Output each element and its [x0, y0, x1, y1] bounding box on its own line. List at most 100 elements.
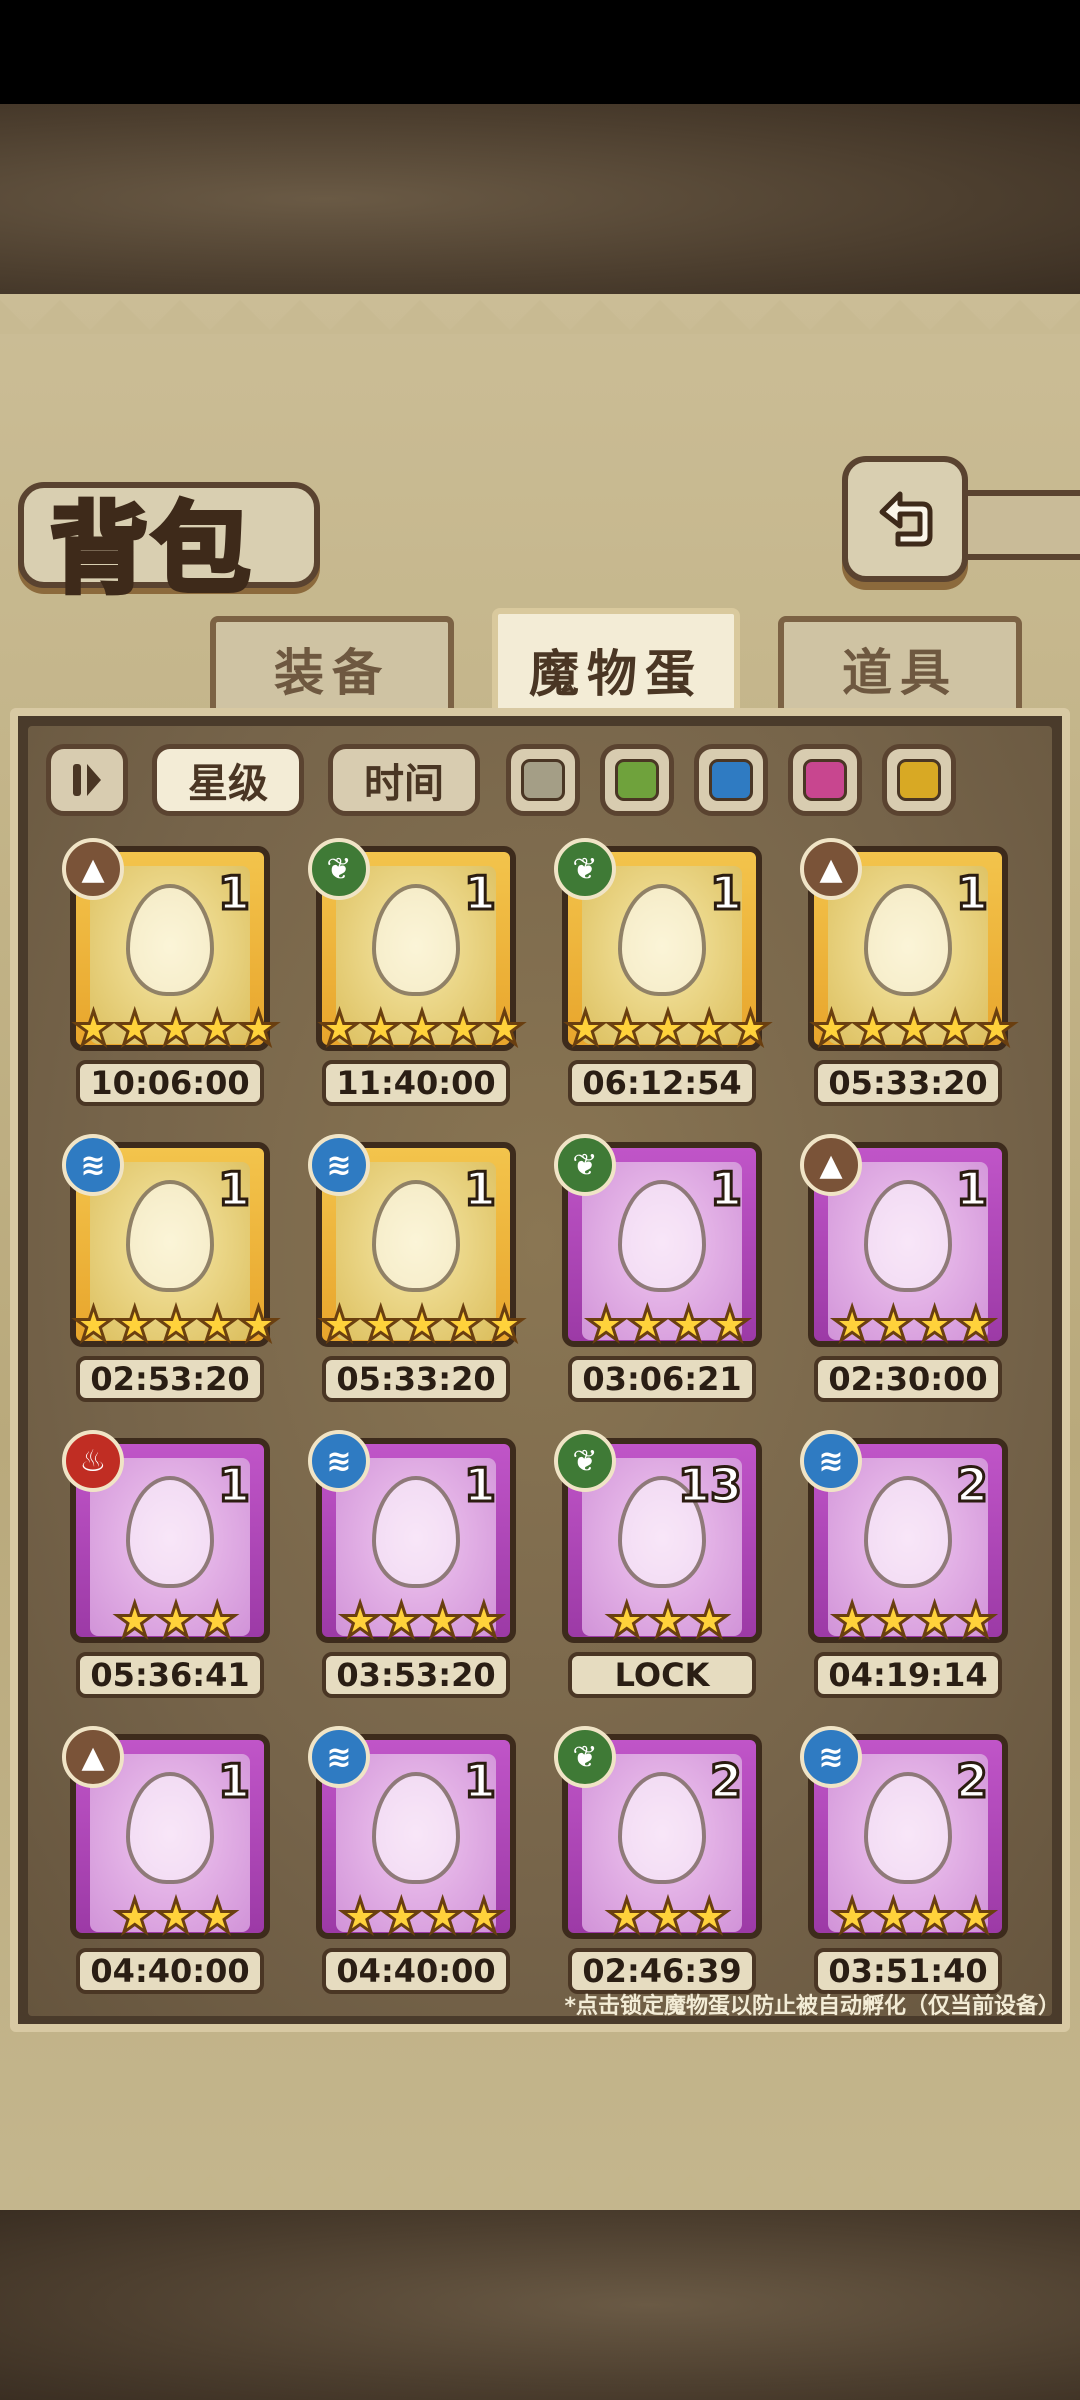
egg-shape	[372, 884, 460, 996]
star-rating: ★ ★ ★ ★	[822, 1593, 1006, 1648]
star-icon: ★	[154, 1889, 198, 1944]
hatch-timer: 05:36:41	[76, 1652, 264, 1698]
star-icon: ★	[482, 1001, 526, 1056]
swatch-yellow	[897, 759, 941, 801]
filter-yellow[interactable]	[882, 744, 956, 816]
star-icon: ★	[954, 1889, 998, 1944]
star-icon: ★	[605, 1593, 649, 1648]
egg-quantity: 1	[708, 1161, 743, 1218]
egg-card[interactable]: 1 ★ ★ ★ ★ ≋ 03:53:20	[308, 1430, 516, 1698]
page-title: 背包	[48, 490, 255, 610]
star-icon: ★	[584, 1297, 628, 1352]
egg-shape	[372, 1476, 460, 1588]
back-arrow-icon	[879, 491, 933, 547]
zigzag-edge-top	[0, 300, 1080, 334]
egg-shape	[864, 1476, 952, 1588]
filter-pink[interactable]	[788, 744, 862, 816]
tab-equipment[interactable]: 装备	[210, 616, 454, 716]
star-icon: ★	[954, 1593, 998, 1648]
egg-quantity: 13	[676, 1457, 743, 1514]
egg-quantity: 1	[462, 1161, 497, 1218]
water-element-icon: ≋	[308, 1134, 370, 1196]
star-icon: ★	[912, 1889, 956, 1944]
star-icon: ★	[954, 1297, 998, 1352]
leaf-element-icon: ❦	[554, 1134, 616, 1196]
star-icon: ★	[687, 1889, 731, 1944]
egg-card[interactable]: 1 ★ ★ ★ ★ ★ ≋ 05:33:20	[308, 1134, 527, 1402]
star-icon: ★	[646, 1001, 690, 1056]
star-icon: ★	[195, 1593, 239, 1648]
egg-shape	[618, 884, 706, 996]
star-icon: ★	[113, 1297, 157, 1352]
egg-quantity: 1	[954, 865, 989, 922]
swatch-green	[615, 759, 659, 801]
star-rating: ★ ★ ★ ★ ★	[71, 1001, 280, 1056]
star-icon: ★	[195, 1297, 239, 1352]
egg-card[interactable]: 2 ★ ★ ★ ★ ≋ 03:51:40	[800, 1726, 1008, 1994]
egg-card[interactable]: 13 ★ ★ ★ ❦ LOCK	[554, 1430, 762, 1698]
star-icon: ★	[933, 1001, 977, 1056]
filter-gray[interactable]	[506, 744, 580, 816]
star-icon: ★	[605, 1001, 649, 1056]
egg-card[interactable]: 1 ★ ★ ★ ▲ 04:40:00	[62, 1726, 270, 1994]
star-rating: ★ ★ ★ ★ ★	[317, 1297, 526, 1352]
star-icon: ★	[809, 1001, 853, 1056]
egg-card[interactable]: 1 ★ ★ ★ ★ ★ ▲ 10:06:00	[62, 838, 281, 1106]
swatch-gray	[521, 759, 565, 801]
egg-card[interactable]: 1 ★ ★ ★ ★ ★ ❦ 06:12:54	[554, 838, 773, 1106]
egg-shape	[126, 1476, 214, 1588]
sort-by-time-button[interactable]: 时间	[328, 744, 480, 816]
earth-element-icon: ▲	[800, 838, 862, 900]
star-icon: ★	[113, 1593, 157, 1648]
egg-card[interactable]: 2 ★ ★ ★ ❦ 02:46:39	[554, 1726, 762, 1994]
hatch-timer: 04:40:00	[76, 1948, 264, 1994]
star-icon: ★	[687, 1593, 731, 1648]
star-icon: ★	[359, 1297, 403, 1352]
egg-quantity: 2	[954, 1457, 989, 1514]
star-icon: ★	[563, 1001, 607, 1056]
hatch-timer: 02:53:20	[76, 1356, 264, 1402]
earth-element-icon: ▲	[62, 1726, 124, 1788]
star-rating: ★ ★ ★ ★	[822, 1297, 1006, 1352]
egg-card[interactable]: 1 ★ ★ ★ ★ ≋ 04:40:00	[308, 1726, 516, 1994]
back-button[interactable]	[842, 456, 968, 582]
egg-card[interactable]: 1 ★ ★ ★ ★ ★ ≋ 02:53:20	[62, 1134, 281, 1402]
egg-card[interactable]: 1 ★ ★ ★ ★ ❦ 03:06:21	[554, 1134, 762, 1402]
star-icon: ★	[482, 1297, 526, 1352]
egg-shape	[372, 1772, 460, 1884]
water-element-icon: ≋	[308, 1726, 370, 1788]
star-icon: ★	[441, 1001, 485, 1056]
hatch-timer: 04:19:14	[814, 1652, 1002, 1698]
star-icon: ★	[708, 1297, 752, 1352]
water-element-icon: ≋	[800, 1726, 862, 1788]
egg-card[interactable]: 2 ★ ★ ★ ★ ≋ 04:19:14	[800, 1430, 1008, 1698]
water-element-icon: ≋	[308, 1430, 370, 1492]
egg-quantity: 1	[216, 865, 251, 922]
egg-card[interactable]: 1 ★ ★ ★ ♨ 05:36:41	[62, 1430, 270, 1698]
star-icon: ★	[338, 1889, 382, 1944]
egg-card[interactable]: 1 ★ ★ ★ ★ ★ ▲ 05:33:20	[800, 838, 1019, 1106]
hatch-timer: 05:33:20	[814, 1060, 1002, 1106]
star-icon: ★	[71, 1297, 115, 1352]
egg-shape	[372, 1180, 460, 1292]
egg-quantity: 1	[462, 1457, 497, 1514]
egg-card[interactable]: 1 ★ ★ ★ ★ ▲ 02:30:00	[800, 1134, 1008, 1402]
star-icon: ★	[871, 1593, 915, 1648]
filter-green[interactable]	[600, 744, 674, 816]
water-element-icon: ≋	[62, 1134, 124, 1196]
tab-items[interactable]: 道具	[778, 616, 1022, 716]
hatch-timer: 03:06:21	[568, 1356, 756, 1402]
fire-element-icon: ♨	[62, 1430, 124, 1492]
egg-card[interactable]: 1 ★ ★ ★ ★ ★ ❦ 11:40:00	[308, 838, 527, 1106]
star-icon: ★	[113, 1889, 157, 1944]
map-background-bottom	[0, 2210, 1080, 2400]
sort-order-button[interactable]	[46, 744, 128, 816]
star-icon: ★	[892, 1001, 936, 1056]
star-icon: ★	[154, 1297, 198, 1352]
star-rating: ★ ★ ★ ★ ★	[71, 1297, 280, 1352]
filter-blue[interactable]	[694, 744, 768, 816]
zigzag-edge-bottom	[0, 2170, 1080, 2204]
star-rating: ★ ★ ★ ★ ★	[563, 1001, 772, 1056]
star-rating: ★ ★ ★	[576, 1889, 760, 1944]
sort-by-star-button[interactable]: 星级	[152, 744, 304, 816]
